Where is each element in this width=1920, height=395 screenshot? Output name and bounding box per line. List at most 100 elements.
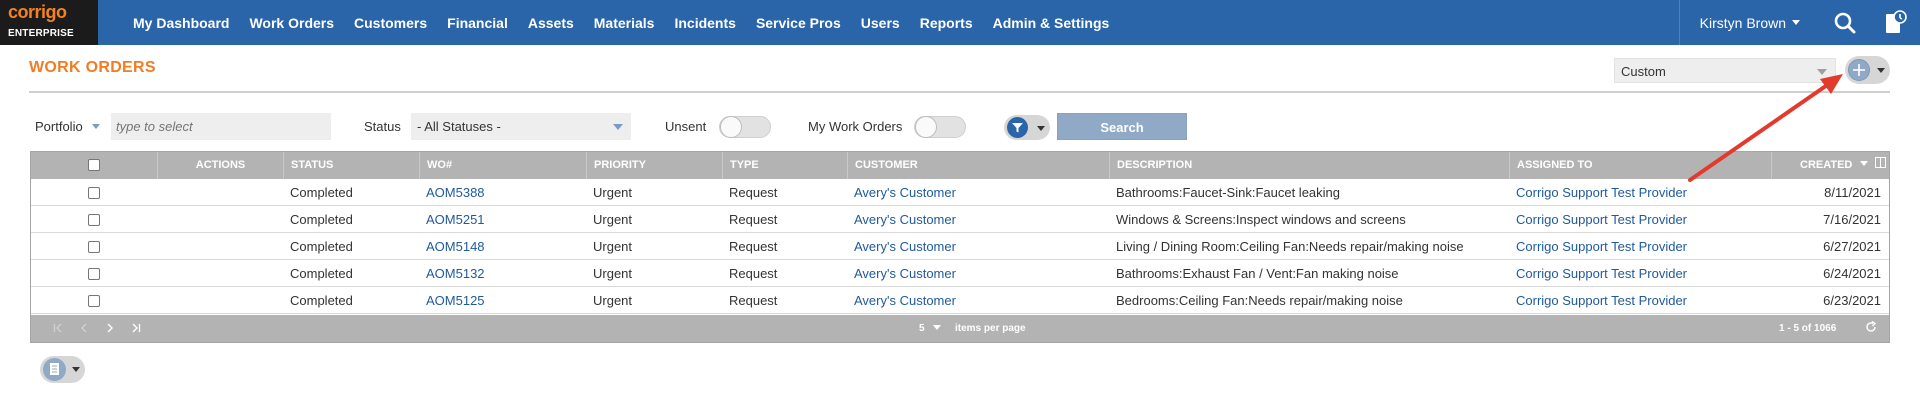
col-created[interactable]: Created: [1771, 152, 1889, 179]
user-name: Kirstyn Brown: [1699, 14, 1786, 31]
chevron-down-icon: [72, 367, 80, 372]
cell-status: Completed: [290, 239, 353, 254]
select-all-checkbox[interactable]: [88, 159, 100, 171]
nav-admin-settings[interactable]: Admin & Settings: [993, 15, 1110, 31]
first-page-icon[interactable]: [53, 315, 63, 342]
document-icon: [43, 358, 66, 381]
col-type[interactable]: Type: [722, 152, 847, 179]
columns-icon[interactable]: [1875, 157, 1887, 168]
cell-assigned-to[interactable]: Corrigo Support Test Provider: [1509, 206, 1771, 233]
cell-assigned-to[interactable]: Corrigo Support Test Provider: [1509, 179, 1771, 206]
nav-work-orders[interactable]: Work Orders: [249, 15, 334, 31]
table-row[interactable]: Completed AOM5132 Urgent Request Avery's…: [31, 260, 1889, 287]
cell-description: Bathrooms:Faucet-Sink:Faucet leaking: [1116, 185, 1340, 200]
cell-customer[interactable]: Avery's Customer: [847, 179, 1109, 206]
status-select-value: - All Statuses -: [417, 119, 501, 134]
chevron-down-icon: [933, 325, 942, 330]
next-page-icon[interactable]: [105, 315, 115, 342]
col-status[interactable]: Status: [283, 152, 419, 179]
nav-service-pros[interactable]: Service Pros: [756, 15, 841, 31]
chevron-down-icon: [1037, 126, 1045, 131]
my-work-orders-toggle[interactable]: [914, 116, 966, 138]
corrigo-logo[interactable]: corrigo ENTERPRISE: [0, 0, 98, 45]
cell-wo-number[interactable]: AOM5388: [419, 179, 586, 206]
cell-description: Bedrooms:Ceiling Fan:Needs repair/making…: [1116, 293, 1403, 308]
search-button[interactable]: Search: [1057, 113, 1187, 140]
col-description[interactable]: Description: [1109, 152, 1509, 179]
cell-status: Completed: [290, 185, 353, 200]
cell-status: Completed: [290, 266, 353, 281]
cell-type: Request: [729, 293, 778, 308]
nav-reports[interactable]: Reports: [920, 15, 973, 31]
cell-type: Request: [729, 212, 778, 227]
toggle-knob: [720, 116, 742, 138]
view-select[interactable]: Custom: [1614, 58, 1836, 83]
search-icon[interactable]: [1820, 0, 1870, 45]
cell-assigned-to[interactable]: Corrigo Support Test Provider: [1509, 260, 1771, 287]
last-page-icon[interactable]: [131, 315, 141, 342]
cell-created: 6/27/2021: [1823, 239, 1881, 254]
cell-priority: Urgent: [593, 185, 633, 200]
plus-icon: [1848, 59, 1870, 81]
nav-financial[interactable]: Financial: [447, 15, 508, 31]
nav-users[interactable]: Users: [861, 15, 900, 31]
unsent-toggle[interactable]: [719, 116, 771, 138]
cell-assigned-to[interactable]: Corrigo Support Test Provider: [1509, 233, 1771, 260]
portfolio-label: Portfolio: [35, 119, 83, 134]
refresh-icon[interactable]: [1865, 315, 1877, 342]
cell-customer[interactable]: Avery's Customer: [847, 287, 1109, 314]
cell-wo-number[interactable]: AOM5125: [419, 287, 586, 314]
nav-incidents[interactable]: Incidents: [674, 15, 735, 31]
add-work-order-button[interactable]: [1845, 56, 1890, 84]
notifications-icon[interactable]: [1870, 0, 1920, 45]
grid-pager: 5 items per page 1 - 5 of 1066: [31, 315, 1889, 342]
nav-customers[interactable]: Customers: [354, 15, 427, 31]
cell-priority: Urgent: [593, 239, 633, 254]
nav-assets[interactable]: Assets: [528, 15, 574, 31]
nav-materials[interactable]: Materials: [594, 15, 655, 31]
row-checkbox[interactable]: [88, 295, 100, 307]
main-nav: My Dashboard Work Orders Customers Finan…: [133, 0, 1129, 45]
bulk-actions-button[interactable]: [40, 356, 85, 383]
logo-subtext: ENTERPRISE: [8, 28, 74, 39]
col-select: [31, 152, 157, 179]
cell-created: 8/11/2021: [1824, 185, 1881, 200]
my-work-orders-label: My Work Orders: [808, 119, 903, 134]
cell-wo-number[interactable]: AOM5148: [419, 233, 586, 260]
col-customer[interactable]: Customer: [847, 152, 1109, 179]
nav-my-dashboard[interactable]: My Dashboard: [133, 15, 229, 31]
col-priority[interactable]: Priority: [586, 152, 722, 179]
cell-customer[interactable]: Avery's Customer: [847, 206, 1109, 233]
prev-page-icon[interactable]: [79, 315, 89, 342]
col-actions[interactable]: Actions: [157, 152, 283, 179]
cell-wo-number[interactable]: AOM5132: [419, 260, 586, 287]
cell-type: Request: [729, 266, 778, 281]
filter-menu-button[interactable]: [1004, 115, 1050, 140]
row-checkbox[interactable]: [88, 268, 100, 280]
col-wo-number[interactable]: WO#: [419, 152, 586, 179]
sort-desc-icon: [1860, 161, 1869, 166]
chevron-down-icon[interactable]: [92, 124, 100, 129]
portfolio-input[interactable]: [111, 113, 331, 140]
col-assigned-to[interactable]: Assigned To: [1509, 152, 1771, 179]
table-row[interactable]: Completed AOM5251 Urgent Request Avery's…: [31, 206, 1889, 233]
status-select[interactable]: - All Statuses -: [411, 113, 631, 140]
row-checkbox[interactable]: [88, 187, 100, 199]
top-nav-bar: corrigo ENTERPRISE My Dashboard Work Ord…: [0, 0, 1920, 45]
page-size-select[interactable]: 5: [919, 315, 942, 342]
cell-assigned-to[interactable]: Corrigo Support Test Provider: [1509, 287, 1771, 314]
cell-status: Completed: [290, 293, 353, 308]
row-checkbox[interactable]: [88, 241, 100, 253]
header-divider: [29, 91, 1890, 93]
grid-header-row: Actions Status WO# Priority Type Custome…: [31, 152, 1889, 179]
table-row[interactable]: Completed AOM5148 Urgent Request Avery's…: [31, 233, 1889, 260]
cell-customer[interactable]: Avery's Customer: [847, 260, 1109, 287]
cell-customer[interactable]: Avery's Customer: [847, 233, 1109, 260]
table-row[interactable]: Completed AOM5388 Urgent Request Avery's…: [31, 179, 1889, 206]
cell-description: Windows & Screens:Inspect windows and sc…: [1116, 212, 1406, 227]
user-menu[interactable]: Kirstyn Brown: [1680, 15, 1820, 31]
row-checkbox[interactable]: [88, 214, 100, 226]
cell-priority: Urgent: [593, 266, 633, 281]
cell-wo-number[interactable]: AOM5251: [419, 206, 586, 233]
table-row[interactable]: Completed AOM5125 Urgent Request Avery's…: [31, 287, 1889, 314]
